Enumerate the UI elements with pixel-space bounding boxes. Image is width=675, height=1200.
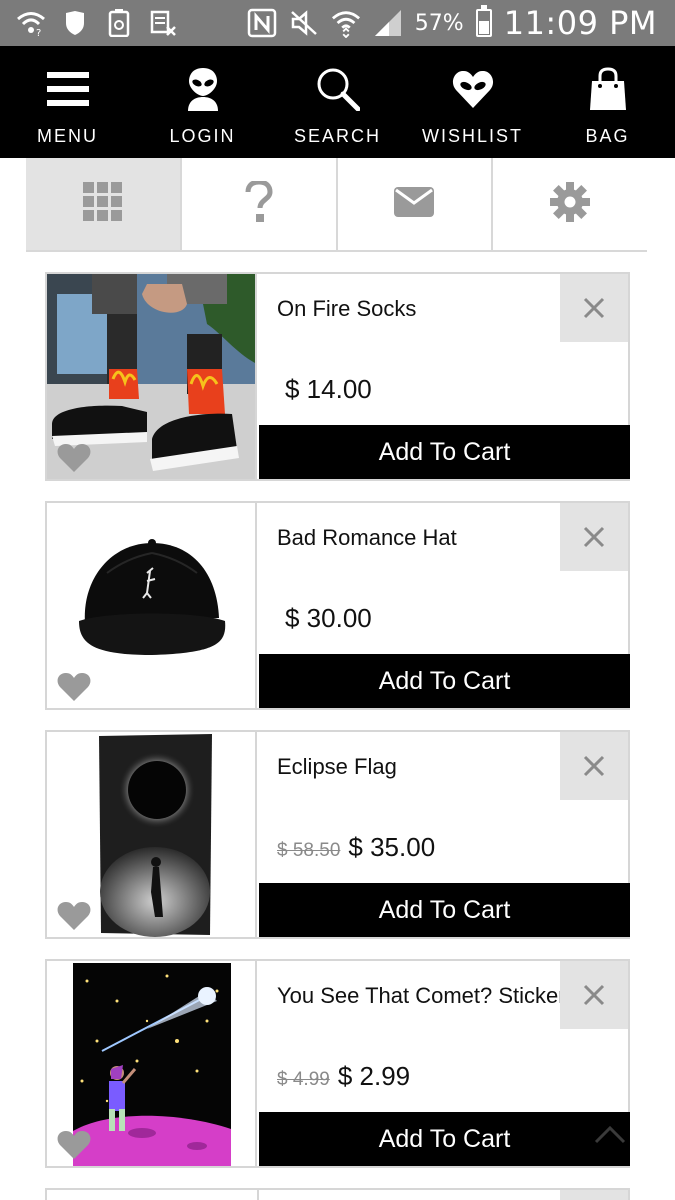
product-card: Eclipse Flag $ 58.50 $ 35.00 Add To Cart bbox=[45, 730, 630, 939]
status-bar: ? 57% 11:09 PM bbox=[0, 0, 675, 46]
remove-item-button[interactable] bbox=[560, 503, 628, 571]
scroll-to-top-icon[interactable] bbox=[590, 1120, 630, 1146]
nfc-icon bbox=[247, 8, 277, 38]
mail-icon bbox=[394, 186, 435, 222]
product-price-row: $ 30.00 bbox=[277, 603, 372, 634]
alien-user-icon bbox=[186, 66, 220, 112]
account-tabs bbox=[26, 158, 647, 252]
tab-messages[interactable] bbox=[338, 158, 494, 250]
top-nav: MENU LOGIN SEARCH WISHLIST BAG bbox=[0, 46, 675, 158]
remove-item-button[interactable] bbox=[560, 274, 628, 342]
product-name[interactable]: Eclipse Flag bbox=[277, 754, 397, 780]
add-to-cart-button[interactable]: Add To Cart bbox=[259, 1112, 630, 1166]
product-old-price: $ 4.99 bbox=[277, 1069, 330, 1090]
wifi-question-icon: ? bbox=[16, 9, 46, 37]
status-left-icons: ? bbox=[16, 9, 178, 37]
product-card: You See That Comet? Sticker $ 4.99 $ 2.99… bbox=[45, 959, 630, 1168]
signal-icon bbox=[373, 9, 403, 37]
close-icon bbox=[583, 755, 605, 777]
product-price-row: $ 58.50 $ 35.00 bbox=[277, 832, 435, 863]
product-name[interactable]: On Fire Socks bbox=[277, 296, 416, 322]
product-info: On Fire Socks $ 14.00 Add To Cart bbox=[259, 274, 630, 479]
nav-login[interactable]: LOGIN bbox=[135, 46, 270, 158]
product-card-partial bbox=[45, 1188, 630, 1200]
remove-item-button[interactable] bbox=[560, 732, 628, 800]
product-price: $ 14.00 bbox=[285, 374, 372, 404]
remove-item-button[interactable] bbox=[560, 961, 628, 1029]
battery-percent: 57% bbox=[414, 10, 464, 36]
product-card: On Fire Socks $ 14.00 Add To Cart bbox=[45, 272, 630, 481]
search-icon bbox=[316, 66, 360, 112]
product-name[interactable]: You See That Comet? Sticker bbox=[277, 983, 566, 1009]
nav-login-label: LOGIN bbox=[169, 126, 236, 146]
product-old-price: $ 58.50 bbox=[277, 840, 341, 861]
nav-menu-label: MENU bbox=[37, 126, 98, 146]
wifi-icon bbox=[331, 9, 361, 38]
remove-item-button[interactable] bbox=[560, 1190, 628, 1200]
hamburger-icon bbox=[46, 66, 89, 112]
nav-search[interactable]: SEARCH bbox=[270, 46, 405, 158]
recycle-icon bbox=[104, 9, 134, 37]
nav-wishlist[interactable]: WISHLIST bbox=[405, 46, 540, 158]
product-card: Bad Romance Hat $ 30.00 Add To Cart bbox=[45, 501, 630, 710]
wishlist-heart-icon[interactable] bbox=[57, 443, 91, 473]
nav-bag[interactable]: BAG bbox=[540, 46, 675, 158]
wishlist-product-list: On Fire Socks $ 14.00 Add To Cart Bad Ro… bbox=[45, 272, 630, 1200]
product-info: Eclipse Flag $ 58.50 $ 35.00 Add To Cart bbox=[259, 732, 630, 937]
nav-menu[interactable]: MENU bbox=[0, 46, 135, 158]
add-to-cart-button[interactable]: Add To Cart bbox=[259, 883, 630, 937]
product-price-row: $ 4.99 $ 2.99 bbox=[277, 1061, 410, 1092]
add-to-cart-button[interactable]: Add To Cart bbox=[259, 654, 630, 708]
card-divider bbox=[257, 1190, 259, 1200]
data-off-icon bbox=[148, 9, 178, 37]
nav-wishlist-label: WISHLIST bbox=[421, 126, 523, 146]
tab-grid[interactable] bbox=[26, 158, 182, 250]
shield-icon bbox=[60, 9, 90, 37]
gear-icon bbox=[550, 181, 591, 227]
product-price-row: $ 14.00 bbox=[277, 374, 372, 405]
shopping-bag-icon bbox=[589, 66, 627, 112]
product-price: $ 35.00 bbox=[348, 832, 436, 862]
product-info: Bad Romance Hat $ 30.00 Add To Cart bbox=[259, 503, 630, 708]
close-icon bbox=[583, 297, 605, 319]
tab-help[interactable] bbox=[182, 158, 338, 250]
nav-search-label: SEARCH bbox=[293, 126, 381, 146]
clock: 11:09 PM bbox=[503, 4, 657, 42]
status-right-icons: 57% 11:09 PM bbox=[247, 4, 657, 42]
question-icon bbox=[245, 178, 273, 228]
close-icon bbox=[583, 526, 605, 548]
product-price: $ 30.00 bbox=[285, 603, 372, 633]
wishlist-heart-icon[interactable] bbox=[57, 672, 91, 702]
product-price: $ 2.99 bbox=[337, 1061, 411, 1091]
heart-alien-icon bbox=[452, 66, 494, 112]
tab-settings[interactable] bbox=[493, 158, 647, 250]
battery-icon bbox=[475, 5, 492, 37]
close-icon bbox=[583, 984, 605, 1006]
wishlist-heart-icon[interactable] bbox=[57, 901, 91, 931]
add-to-cart-button[interactable]: Add To Cart bbox=[259, 425, 630, 479]
product-info: You See That Comet? Sticker $ 4.99 $ 2.99… bbox=[259, 961, 630, 1166]
wishlist-heart-icon[interactable] bbox=[57, 1130, 91, 1160]
svg-text:?: ? bbox=[36, 28, 41, 36]
grid-icon bbox=[82, 181, 123, 227]
nav-bag-label: BAG bbox=[585, 126, 630, 146]
product-name[interactable]: Bad Romance Hat bbox=[277, 525, 457, 551]
mute-icon bbox=[289, 9, 319, 37]
